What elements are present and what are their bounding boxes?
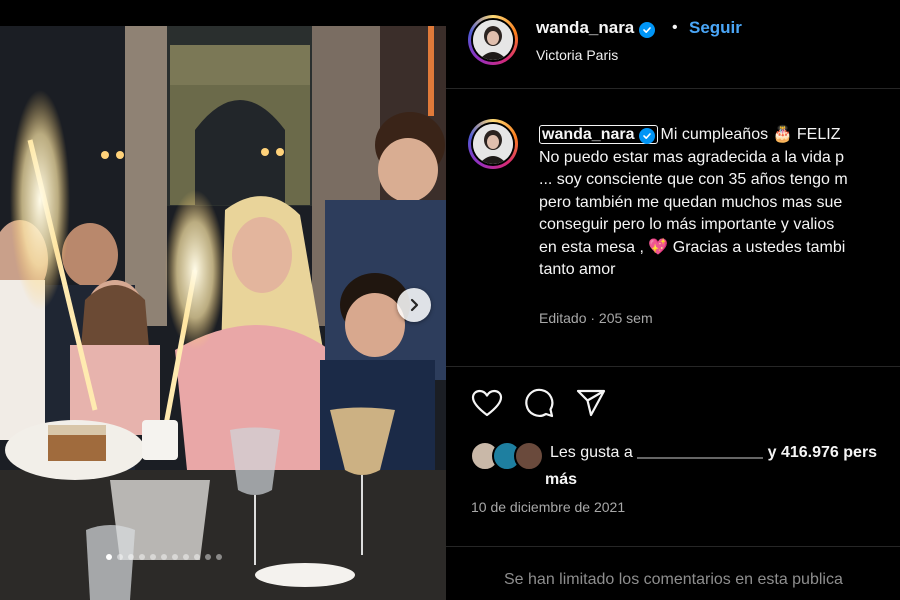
post-photo[interactable] bbox=[0, 0, 446, 600]
photo-scene bbox=[0, 0, 446, 600]
caption-line-7: tanto amor bbox=[539, 261, 616, 278]
follow-button[interactable]: Seguir bbox=[689, 18, 742, 38]
liked-by-avatars bbox=[470, 441, 544, 471]
chevron-right-icon bbox=[410, 298, 419, 312]
author-username-header[interactable]: wanda_nara bbox=[536, 18, 656, 38]
caption-line-3: ... soy consciente que con 35 años tengo… bbox=[539, 171, 848, 188]
post-caption: wanda_nara Mi cumpleaños 🎂 FELIZ No pued… bbox=[539, 124, 900, 282]
like-button[interactable] bbox=[470, 386, 504, 420]
caption-line-1: Mi cumpleaños 🎂 FELIZ bbox=[660, 126, 841, 143]
carousel-dot bbox=[183, 554, 189, 560]
redacted-username bbox=[637, 457, 764, 459]
header-divider bbox=[446, 88, 900, 89]
author-avatar[interactable] bbox=[468, 15, 518, 65]
carousel-dot bbox=[150, 554, 156, 560]
carousel-dot bbox=[106, 554, 112, 560]
action-bar bbox=[470, 386, 608, 420]
carousel-dot bbox=[161, 554, 167, 560]
caption-username[interactable]: wanda_nara bbox=[539, 125, 659, 144]
verified-badge-icon bbox=[639, 128, 656, 144]
caption-line-4: pero también me quedan muchos mas sue bbox=[539, 193, 843, 211]
carousel-dot bbox=[216, 554, 222, 560]
caption-line-2: No puedo estar mas agradecida a la vida … bbox=[539, 148, 845, 166]
avatar bbox=[514, 441, 544, 471]
caption-avatar[interactable] bbox=[468, 119, 518, 169]
share-icon bbox=[576, 389, 606, 417]
comments-limited-notice: Se han limitado los comentarios en esta … bbox=[504, 571, 843, 588]
username-text[interactable]: wanda_nara bbox=[536, 18, 634, 37]
likes-summary[interactable]: Les gusta a y 416.976 pers bbox=[470, 441, 877, 471]
likes-prefix: Les gusta a bbox=[550, 444, 633, 461]
location-link[interactable]: Victoria Paris bbox=[536, 47, 618, 63]
caption-line-5: conseguir pero lo más importante y valio… bbox=[539, 216, 835, 233]
share-button[interactable] bbox=[574, 386, 608, 420]
avatar-image bbox=[473, 20, 513, 60]
carousel-dot bbox=[139, 554, 145, 560]
likes-text: Les gusta a y 416.976 pers bbox=[550, 441, 877, 465]
caption-meta: Editado · 205 sem bbox=[539, 310, 653, 326]
verified-badge-icon bbox=[639, 22, 656, 38]
actions-divider bbox=[446, 366, 900, 367]
comment-icon bbox=[525, 388, 554, 418]
carousel-next-button[interactable] bbox=[397, 288, 431, 322]
likes-more[interactable]: más bbox=[545, 471, 577, 489]
carousel-dot bbox=[194, 554, 200, 560]
heart-icon bbox=[471, 389, 503, 417]
caption-line-6: en esta mesa , 💖 Gracias a ustedes tambi bbox=[539, 238, 846, 256]
carousel-dot bbox=[172, 554, 178, 560]
comments-divider bbox=[446, 546, 900, 547]
post-info-panel: wanda_nara • Seguir Victoria Paris wanda… bbox=[446, 0, 900, 600]
carousel-indicator bbox=[106, 554, 222, 560]
post-date[interactable]: 10 de diciembre de 2021 bbox=[471, 499, 625, 515]
carousel-dot bbox=[205, 554, 211, 560]
carousel-dot bbox=[128, 554, 134, 560]
carousel-dot bbox=[117, 554, 123, 560]
comment-button[interactable] bbox=[522, 386, 556, 420]
header-separator: • bbox=[672, 19, 678, 36]
likes-count[interactable]: y 416.976 pers bbox=[768, 444, 877, 461]
